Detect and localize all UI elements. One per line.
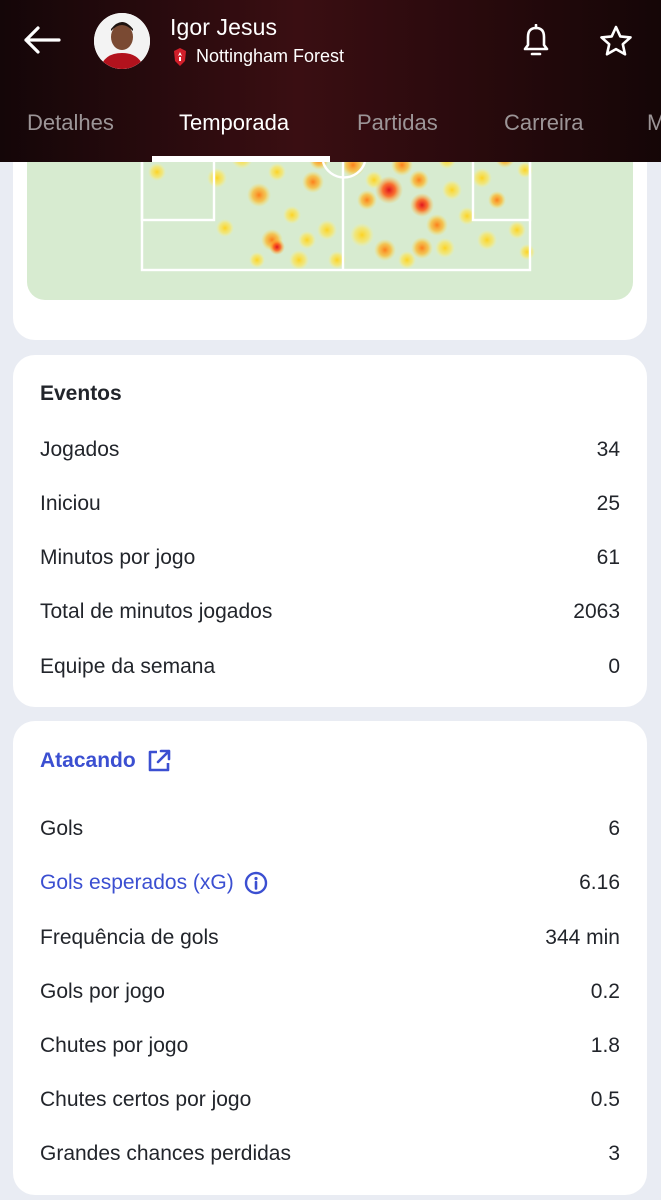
stat-label: Gols xyxy=(40,817,84,840)
stat-value: 34 xyxy=(596,438,620,461)
tab-bar: Detalhes Temporada Partidas Carreira M xyxy=(0,100,661,162)
arrow-left-icon xyxy=(24,26,61,54)
avatar xyxy=(94,13,150,69)
tab-partidas[interactable]: Partidas xyxy=(357,100,438,162)
player-header: Igor Jesus Nottingham Forest Detalhes Te… xyxy=(0,0,661,162)
stat-label: Minutos por jogo xyxy=(40,546,196,569)
stat-value: 2063 xyxy=(573,600,620,623)
atacando-card: Atacando Gols 6 Gols esperados (xG) 6.16… xyxy=(13,721,647,1195)
stat-value: 6 xyxy=(608,817,620,840)
stat-row-frequencia-de-gols: Frequência de gols 344 min xyxy=(40,918,620,958)
bell-icon xyxy=(523,24,549,56)
stat-label: Chutes por jogo xyxy=(40,1034,189,1057)
stat-value: 0.5 xyxy=(590,1088,620,1111)
stat-value: 0 xyxy=(608,655,620,678)
stat-row-chutes-certos: Chutes certos por jogo 0.5 xyxy=(40,1080,620,1120)
star-icon xyxy=(600,25,632,56)
stat-label: Equipe da semana xyxy=(40,655,216,678)
stat-label: Jogados xyxy=(40,438,120,461)
player-photo-icon xyxy=(94,13,150,69)
stat-row-gols: Gols 6 xyxy=(40,809,620,849)
eventos-card: Eventos Jogados 34 Iniciou 25 Minutos po… xyxy=(13,355,647,707)
tab-carreira[interactable]: Carreira xyxy=(504,100,583,162)
team-name: Nottingham Forest xyxy=(196,46,345,66)
stat-row-equipe-da-semana: Equipe da semana 0 xyxy=(40,647,620,687)
favorite-button[interactable] xyxy=(596,20,636,62)
stat-row-total-minutos: Total de minutos jogados 2063 xyxy=(40,592,620,632)
stat-row-grandes-chances: Grandes chances perdidas 3 xyxy=(40,1134,620,1174)
stat-label: Gols por jogo xyxy=(40,980,165,1003)
stat-value: 6.16 xyxy=(579,871,620,894)
atacando-link[interactable]: Atacando xyxy=(40,748,172,774)
stat-row-chutes-por-jogo: Chutes por jogo 1.8 xyxy=(40,1026,620,1066)
tab-active-indicator xyxy=(152,156,330,162)
back-button[interactable] xyxy=(18,18,66,62)
stat-row-minutos-por-jogo: Minutos por jogo 61 xyxy=(40,538,620,578)
stat-value: 3 xyxy=(608,1142,620,1165)
stat-value: 25 xyxy=(596,492,620,515)
stat-label: Chutes certos por jogo xyxy=(40,1088,252,1111)
stat-row-xg: Gols esperados (xG) 6.16 xyxy=(40,863,620,903)
notification-button[interactable] xyxy=(517,20,555,62)
stat-value: 61 xyxy=(596,546,620,569)
external-link-icon xyxy=(148,749,170,772)
tab-detalhes[interactable]: Detalhes xyxy=(27,100,114,162)
team-row[interactable]: Nottingham Forest xyxy=(172,46,344,67)
tab-temporada[interactable]: Temporada xyxy=(179,100,289,162)
stat-value: 0.2 xyxy=(590,980,620,1003)
player-name: Igor Jesus xyxy=(170,14,278,40)
xg-info-link[interactable]: Gols esperados (xG) xyxy=(40,871,268,895)
stat-label: Total de minutos jogados xyxy=(40,600,273,623)
stat-label: Grandes chances perdidas xyxy=(40,1142,291,1165)
stat-value: 344 min xyxy=(545,926,620,949)
stat-value: 1.8 xyxy=(590,1034,620,1057)
info-icon xyxy=(244,871,267,895)
stat-label: Gols esperados (xG) xyxy=(40,871,234,894)
stat-label: Frequência de gols xyxy=(40,926,219,949)
stat-row-gols-por-jogo: Gols por jogo 0.2 xyxy=(40,972,620,1012)
stat-row-jogados: Jogados 34 xyxy=(40,430,620,470)
eventos-title: Eventos xyxy=(40,382,122,405)
stat-label: Iniciou xyxy=(40,492,101,515)
atacando-title: Atacando xyxy=(40,749,136,772)
team-crest-icon xyxy=(174,47,186,66)
stat-row-iniciou: Iniciou 25 xyxy=(40,484,620,524)
tab-more[interactable]: M xyxy=(647,100,661,162)
